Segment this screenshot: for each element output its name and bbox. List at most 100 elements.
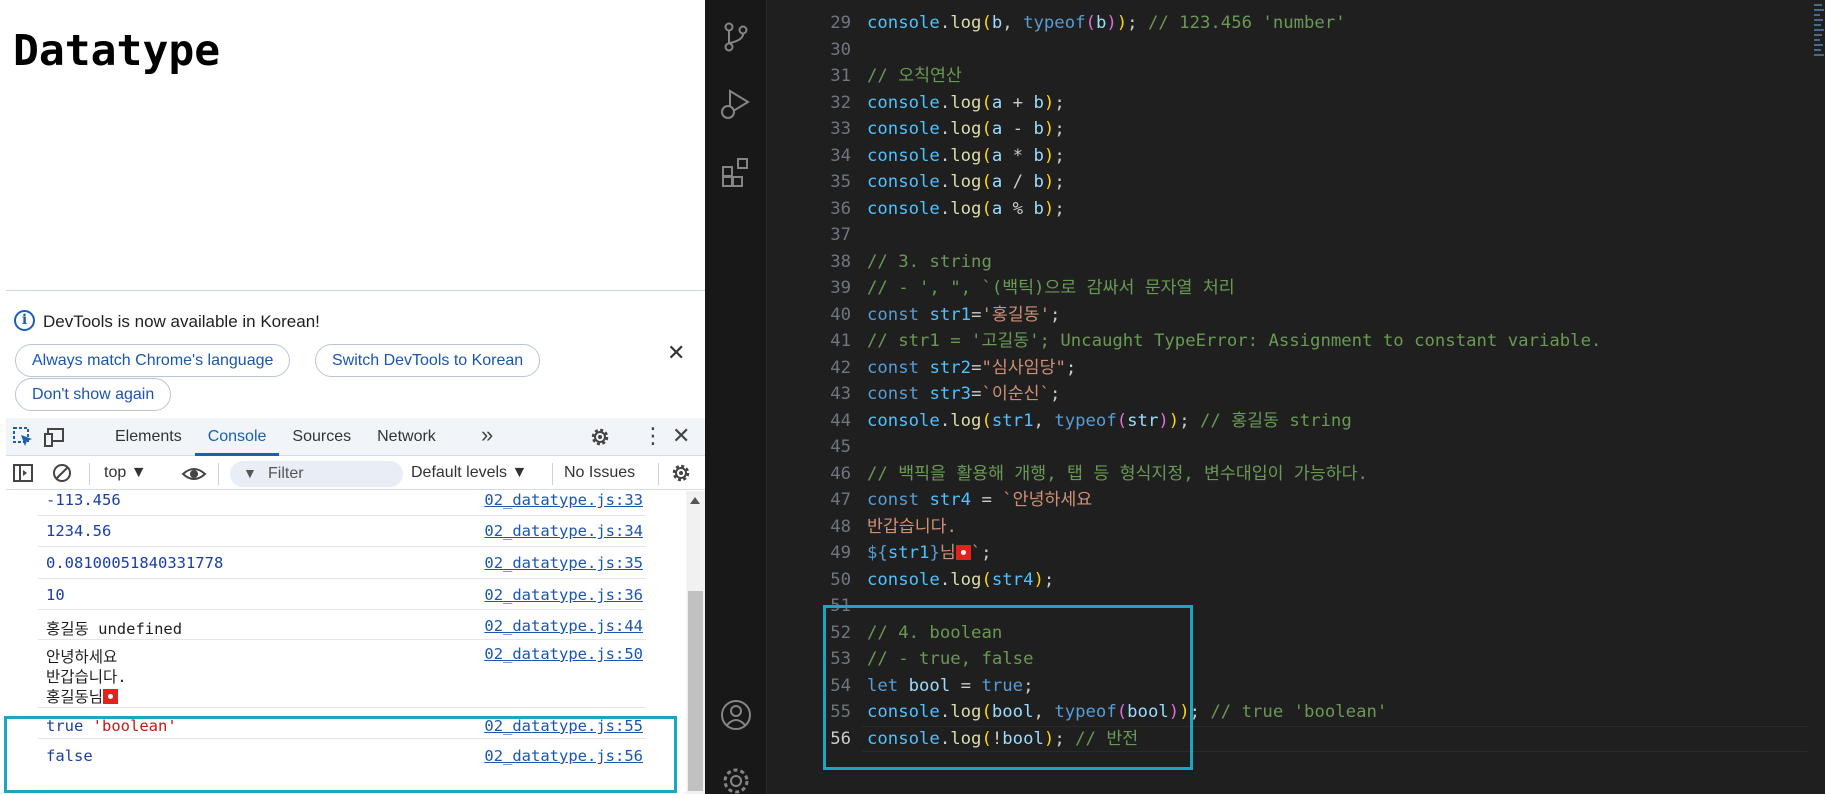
source-link[interactable]: 02_datatype.js:33	[484, 491, 643, 509]
console-value: 홍길동님	[46, 685, 119, 707]
code-line[interactable]: 39 // - ', ", `(백틱)으로 감싸서 문자열 처리	[767, 275, 1807, 302]
code-line[interactable]: 48 반갑습니다.	[767, 514, 1807, 541]
more-options-icon[interactable]: ⋮	[642, 423, 664, 449]
code-line[interactable]: 50 console.log(str4);	[767, 567, 1807, 594]
eye-icon[interactable]	[181, 464, 207, 484]
code-text: // 오칙연산	[867, 66, 962, 86]
console-value: -113.456	[46, 491, 121, 509]
context-selector[interactable]: top ▼	[104, 464, 147, 482]
code-line[interactable]: 30	[767, 37, 1807, 64]
account-icon[interactable]	[719, 698, 753, 732]
code-text: console.log(b, typeof(b)); // 123.456 'n…	[867, 13, 1346, 33]
line-number: 43	[830, 384, 851, 404]
console-scrollbar[interactable]	[686, 491, 705, 794]
line-number: 49	[830, 543, 851, 563]
dont-show-again-button[interactable]: Don't show again	[15, 378, 172, 411]
code-line[interactable]: 36 console.log(a % b);	[767, 196, 1807, 223]
code-line[interactable]: 29 console.log(b, typeof(b)); // 123.456 …	[767, 10, 1807, 37]
line-number: 47	[830, 490, 851, 510]
console-value: 0.08100051840331778	[46, 554, 224, 572]
line-number: 48	[830, 516, 851, 537]
close-devtools-icon[interactable]: ✕	[672, 423, 690, 449]
console-value: 1234.56	[46, 522, 112, 540]
console-row: 홍길동 undefined 02_datatype.js:44	[38, 610, 646, 640]
clear-console-icon[interactable]	[51, 462, 73, 484]
console-value: 반갑습니다.	[46, 668, 127, 686]
toolbar-separator	[218, 463, 219, 485]
code-line[interactable]: 40 const str1='홍길동';	[767, 302, 1807, 329]
code-line[interactable]: 46 // 백픽을 활용해 개행, 탭 등 형식지정, 변수대입이 가능하다.	[767, 461, 1807, 488]
tab-row: Elements Console Sources Network	[102, 418, 449, 456]
code-line[interactable]: 35 console.log(a / b);	[767, 169, 1807, 196]
tab-network[interactable]: Network	[364, 418, 449, 456]
filter-input[interactable]: ▼ Filter	[230, 461, 403, 487]
code-text: console.log(a % b);	[867, 198, 1065, 219]
code-text: // str1 = '고길동'; Uncaught TypeError: Ass…	[867, 331, 1602, 351]
code-line[interactable]: 34 console.log(a * b);	[767, 143, 1807, 170]
console-settings-icon[interactable]	[670, 462, 692, 484]
scrollbar-thumb[interactable]	[688, 591, 703, 791]
page-heading: Datatype	[13, 26, 221, 76]
source-link[interactable]: 02_datatype.js:36	[484, 586, 643, 604]
console-row: -113.456 02_datatype.js:33	[38, 491, 646, 516]
code-text: const str1='홍길동';	[867, 304, 1061, 325]
extensions-icon[interactable]	[719, 155, 753, 189]
source-link[interactable]: 02_datatype.js:34	[484, 522, 643, 540]
settings-gear-icon[interactable]	[589, 426, 611, 448]
always-match-language-button[interactable]: Always match Chrome's language	[15, 344, 291, 377]
code-text: console.log(str4);	[867, 569, 1055, 590]
scroll-up-icon[interactable]	[690, 497, 700, 504]
code-line[interactable]: 32 console.log(a + b);	[767, 90, 1807, 117]
sidebar-toggle-icon[interactable]	[12, 462, 34, 484]
japan-flag-icon	[103, 689, 119, 704]
code-line[interactable]: 31 // 오칙연산	[767, 63, 1807, 90]
browser-panel: Datatype i DevTools is now available in …	[0, 0, 705, 794]
code-text: const str4 = `안녕하세요	[867, 490, 1093, 510]
highlight-box-console	[4, 716, 677, 793]
line-number: 42	[830, 357, 851, 378]
code-line[interactable]: 42 const str2="심사임당";	[767, 355, 1807, 382]
filter-icon: ▼	[243, 465, 257, 481]
source-link[interactable]: 02_datatype.js:35	[484, 554, 643, 572]
code-line[interactable]: 41 // str1 = '고길동'; Uncaught TypeError: A…	[767, 328, 1807, 355]
source-control-icon[interactable]	[719, 20, 753, 54]
line-number: 36	[830, 198, 851, 219]
minimap[interactable]	[1811, 0, 1825, 60]
line-number: 35	[830, 172, 851, 192]
log-levels-dropdown[interactable]: Default levels ▼	[411, 464, 527, 482]
infobar-message: DevTools is now available in Korean!	[43, 312, 320, 331]
console-row: 1234.56 02_datatype.js:34	[38, 516, 646, 547]
code-line[interactable]: 43 const str3=`이순신`;	[767, 381, 1807, 408]
tab-console[interactable]: Console	[194, 418, 280, 456]
language-infobar: i DevTools is now available in Korean! A…	[6, 291, 705, 417]
line-number: 41	[830, 331, 851, 351]
code-text: // - ', ", `(백틱)으로 감싸서 문자열 처리	[867, 278, 1235, 298]
code-line[interactable]: 37	[767, 222, 1807, 249]
run-debug-icon[interactable]	[719, 87, 753, 121]
tab-sources[interactable]: Sources	[279, 418, 364, 456]
code-line[interactable]: 44 console.log(str1, typeof(str)); // 홍길동…	[767, 408, 1807, 435]
console-row: 0.08100051840331778 02_datatype.js:35	[38, 547, 646, 579]
code-line[interactable]: 33 console.log(a - b);	[767, 116, 1807, 143]
device-toolbar-icon[interactable]	[44, 426, 66, 448]
source-link[interactable]: 02_datatype.js:44	[484, 617, 643, 635]
filter-placeholder: Filter	[268, 465, 304, 482]
code-line[interactable]: 45	[767, 434, 1807, 461]
close-icon[interactable]: ✕	[667, 340, 685, 366]
code-text: console.log(a - b);	[867, 119, 1065, 139]
tab-elements[interactable]: Elements	[102, 418, 195, 456]
switch-to-korean-button[interactable]: Switch DevTools to Korean	[315, 344, 541, 377]
code-text: // 백픽을 활용해 개행, 탭 등 형식지정, 변수대입이 가능하다.	[867, 463, 1368, 484]
toolbar-separator	[89, 463, 90, 485]
source-link[interactable]: 02_datatype.js:50	[484, 645, 643, 663]
inspect-element-icon[interactable]	[12, 426, 34, 448]
console-value: 안녕하세요	[46, 648, 118, 666]
issues-counter[interactable]: No Issues	[564, 464, 635, 482]
code-line[interactable]: 47 const str4 = `안녕하세요	[767, 487, 1807, 514]
manage-gear-icon[interactable]	[719, 764, 753, 794]
code-line[interactable]: 49 ${str1}님 `;	[767, 540, 1807, 567]
code-text: const str3=`이순신`;	[867, 384, 1061, 404]
more-tabs-icon[interactable]: »	[481, 422, 493, 448]
code-line[interactable]: 38 // 3. string	[767, 249, 1807, 276]
line-number: 45	[830, 437, 851, 457]
